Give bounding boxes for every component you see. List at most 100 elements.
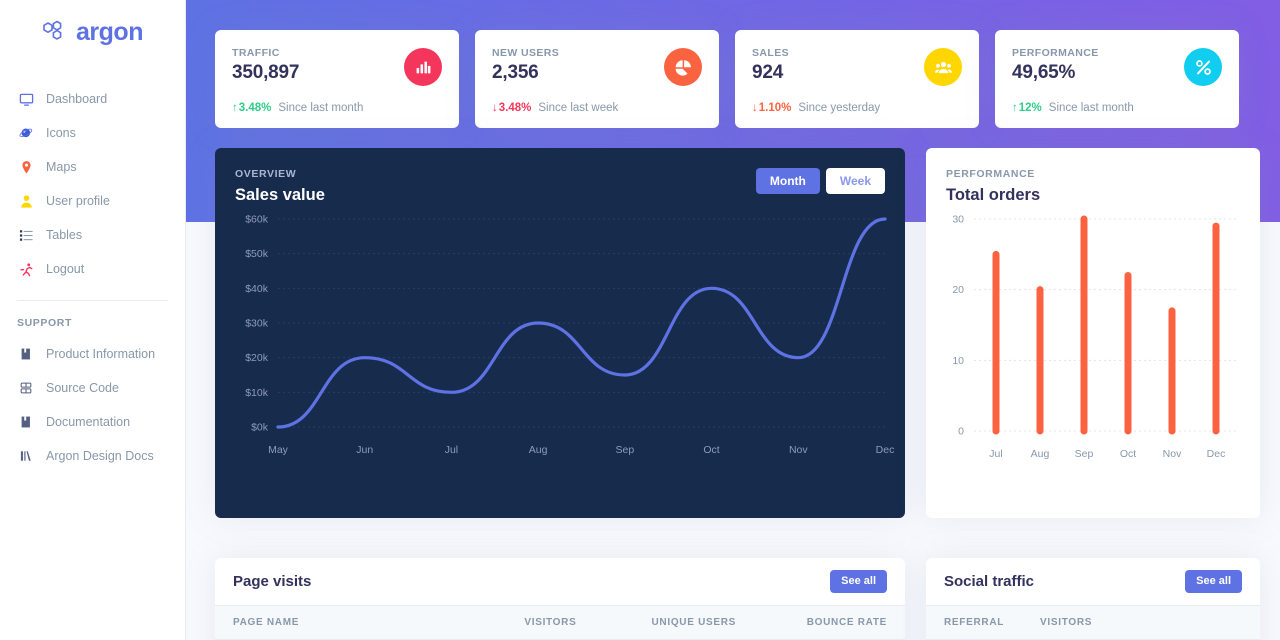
brand-logo-area[interactable]: argon [0, 4, 185, 60]
orders-chart-header: PERFORMANCE Total orders [926, 148, 1260, 205]
sidebar-item-logout[interactable]: Logout [0, 252, 185, 286]
stat-card-traffic: TRAFFIC 350,897 ↑ 3.48% Since last month [215, 30, 459, 128]
svg-text:30: 30 [952, 214, 964, 226]
svg-text:$20k: $20k [245, 352, 269, 364]
sidebar-item-label: Logout [46, 262, 85, 276]
brand-name: argon [76, 17, 143, 46]
arrow-up-icon: ↑ [232, 102, 238, 114]
sidebar-item-user-profile[interactable]: User profile [0, 184, 185, 218]
svg-text:$10k: $10k [245, 387, 269, 399]
runner-icon [17, 260, 35, 278]
svg-text:20: 20 [952, 284, 964, 296]
svg-text:0: 0 [958, 426, 964, 438]
svg-text:$0k: $0k [251, 422, 269, 434]
svg-text:Dec: Dec [876, 444, 895, 456]
stat-card-new-users: NEW USERS 2,356 ↓ 3.48% Since last week [475, 30, 719, 128]
sales-chart-header: OVERVIEW Sales value Month Week [215, 148, 905, 205]
stat-footer: ↑ 12% Since last month [1012, 102, 1134, 114]
sidebar-item-product-information[interactable]: Product Information [0, 337, 185, 371]
stat-card-performance: PERFORMANCE 49,65% ↑ 12% Since last month [995, 30, 1239, 128]
sidebar-item-source-code[interactable]: Source Code [0, 371, 185, 405]
main-content: TRAFFIC 350,897 ↑ 3.48% Since last month … [186, 0, 1280, 640]
stat-period: Since last week [538, 102, 619, 114]
planet-icon [17, 124, 35, 142]
column-referral: REFERRAL [944, 617, 1005, 628]
week-button[interactable]: Week [825, 168, 885, 194]
user-icon [17, 192, 35, 210]
column-page-name: PAGE NAME [233, 617, 300, 628]
svg-text:Aug: Aug [1031, 448, 1050, 460]
sidebar-item-argon-design-docs[interactable]: Argon Design Docs [0, 439, 185, 473]
page-visits-card: Page visits See all PAGE NAME VISITORS U… [215, 558, 905, 640]
column-bounce-rate: BOUNCE RATE [806, 617, 887, 628]
percent-icon [1184, 48, 1222, 86]
column-visitors: VISITORS [1040, 617, 1093, 628]
sales-value-line-chart: $0k $10k $20k $30k $40k $50k $60k May Jun Jul Aug S… [245, 214, 895, 457]
svg-text:Jun: Jun [356, 444, 373, 456]
sidebar: argon Dashboard Icons Maps User profile … [0, 0, 186, 640]
svg-text:Oct: Oct [703, 444, 719, 456]
svg-text:Aug: Aug [529, 444, 548, 456]
total-orders-chart-card: PERFORMANCE Total orders 0 10 20 30 Jul Aug Se… [926, 148, 1260, 518]
sales-chart-titles: OVERVIEW Sales value [235, 168, 325, 205]
svg-text:Nov: Nov [1163, 448, 1182, 460]
sales-value-chart-card: OVERVIEW Sales value Month Week $0k $10k $… [215, 148, 905, 518]
arrow-down-icon: ↓ [752, 102, 758, 114]
column-visitors: VISITORS [524, 617, 577, 628]
columns-icon [17, 447, 35, 465]
sidebar-divider [17, 300, 168, 301]
sidebar-item-label: Icons [46, 126, 76, 140]
map-pin-icon [17, 158, 35, 176]
svg-text:$50k: $50k [245, 248, 269, 260]
sidebar-item-maps[interactable]: Maps [0, 150, 185, 184]
sidebar-item-label: Tables [46, 228, 83, 242]
bullet-list-icon [17, 226, 35, 244]
sidebar-support-nav: Product Information Source Code Document… [0, 337, 185, 473]
svg-text:Sep: Sep [616, 444, 635, 456]
sidebar-support-heading: SUPPORT [17, 317, 72, 329]
svg-text:Dec: Dec [1207, 448, 1226, 460]
stat-footer: ↓ 1.10% Since yesterday [752, 102, 880, 114]
sidebar-item-tables[interactable]: Tables [0, 218, 185, 252]
orders-chart-titles: PERFORMANCE Total orders [946, 168, 1040, 205]
sidebar-item-dashboard[interactable]: Dashboard [0, 82, 185, 116]
sidebar-item-label: Maps [46, 160, 77, 174]
svg-text:$30k: $30k [245, 318, 269, 330]
month-button[interactable]: Month [755, 168, 820, 194]
sidebar-item-documentation[interactable]: Documentation [0, 405, 185, 439]
stat-delta-down: ↓ 1.10% [752, 102, 792, 114]
stat-delta-up: ↑ 3.48% [232, 102, 272, 114]
sidebar-item-label: Documentation [46, 415, 131, 429]
chart-title: Total orders [946, 186, 1041, 204]
page-visits-title: Page visits [233, 573, 312, 590]
arrow-up-icon: ↑ [1012, 102, 1018, 114]
chart-eyebrow: PERFORMANCE [946, 168, 1035, 180]
stat-card-sales: SALES 924 ↓ 1.10% Since yesterday [735, 30, 979, 128]
social-traffic-table: REFERRAL VISITORS [926, 605, 1260, 640]
book-icon [17, 413, 35, 431]
stats-row: TRAFFIC 350,897 ↑ 3.48% Since last month … [215, 30, 1239, 128]
stat-footer: ↓ 3.48% Since last week [492, 102, 618, 114]
social-traffic-see-all-button[interactable]: See all [1185, 570, 1242, 593]
svg-text:$60k: $60k [245, 214, 269, 226]
stat-delta-down: ↓ 3.48% [492, 102, 532, 114]
sidebar-item-label: Dashboard [46, 92, 108, 106]
stat-period: Since yesterday [798, 102, 881, 114]
period-toggle-group: Month Week [755, 168, 885, 194]
arrow-down-icon: ↓ [492, 102, 498, 114]
hexagon-cluster-icon [42, 19, 68, 45]
page-visits-table: PAGE NAME VISITORS UNIQUE USERS BOUNCE R… [215, 605, 905, 640]
page-visits-see-all-button[interactable]: See all [830, 570, 887, 593]
users-group-icon [924, 48, 962, 86]
sidebar-item-icons[interactable]: Icons [0, 116, 185, 150]
chart-eyebrow: OVERVIEW [235, 168, 297, 180]
svg-text:Sep: Sep [1075, 448, 1094, 460]
table-header-row: PAGE NAME VISITORS UNIQUE USERS BOUNCE R… [215, 605, 905, 640]
stat-footer: ↑ 3.48% Since last month [232, 102, 363, 114]
pie-chart-icon [664, 48, 702, 86]
svg-text:Jul: Jul [445, 444, 458, 456]
column-unique-users: UNIQUE USERS [651, 617, 737, 628]
svg-text:Jul: Jul [989, 448, 1002, 460]
svg-text:10: 10 [952, 355, 964, 367]
sidebar-item-label: Argon Design Docs [46, 449, 154, 463]
